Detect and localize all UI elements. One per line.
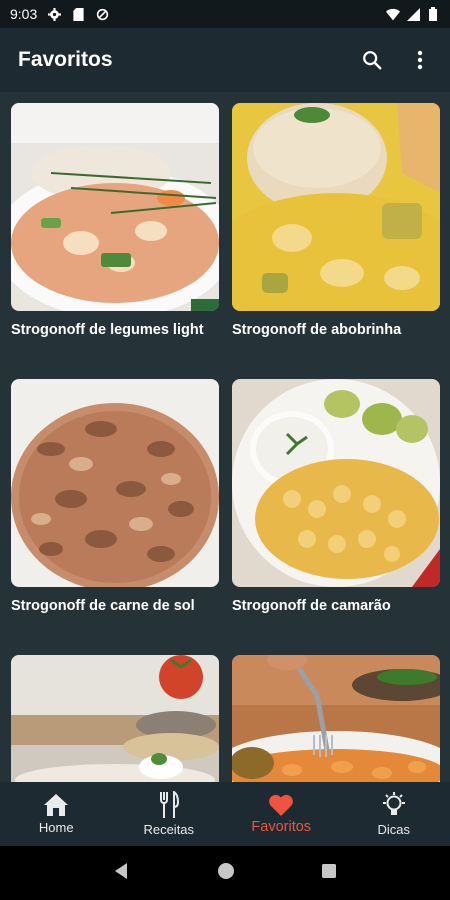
recipe-card[interactable] — [232, 655, 440, 782]
nav-recipes-label: Receitas — [143, 822, 195, 837]
recipe-card[interactable]: Strogonoff de camarão — [232, 379, 440, 614]
nav-tips[interactable]: Dicas — [338, 782, 450, 846]
fork-knife-icon — [159, 791, 179, 818]
more-vert-icon — [417, 50, 423, 70]
home-circle-icon[interactable] — [217, 862, 235, 885]
heart-icon — [269, 794, 294, 816]
data-saver-icon — [95, 7, 109, 21]
home-icon — [44, 794, 69, 816]
recipe-title: Strogonoff de camarão — [232, 598, 391, 614]
recipe-card[interactable]: Strogonoff de carne de sol — [11, 379, 219, 614]
favorites-grid: Strogonoff de legumes light Strogonoff d… — [0, 92, 450, 782]
recents-icon[interactable] — [321, 863, 337, 884]
status-bar: 9:03 — [0, 0, 450, 28]
recipe-image — [11, 103, 219, 311]
search-button[interactable] — [360, 48, 384, 72]
app-bar: Favoritos — [0, 28, 450, 92]
recipe-card[interactable]: Strogonoff de abobrinha — [232, 103, 440, 338]
status-time: 9:03 — [10, 6, 38, 22]
settings-icon — [47, 7, 61, 21]
nav-tips-label: Dicas — [377, 822, 410, 837]
recipe-title: Strogonoff de carne de sol — [11, 598, 195, 614]
page-title: Favoritos — [18, 48, 113, 71]
system-navigation-bar — [0, 846, 450, 900]
bottom-navigation: Home Receitas Favoritos Dicas — [0, 782, 450, 846]
search-icon — [363, 51, 382, 70]
sim-card-icon — [71, 7, 85, 21]
more-options-button[interactable] — [408, 48, 432, 72]
recipe-image — [232, 655, 440, 782]
lightbulb-icon — [382, 792, 405, 815]
recipe-image — [232, 103, 440, 311]
signal-icon — [406, 7, 420, 21]
wifi-icon — [386, 7, 400, 21]
nav-home-label: Home — [38, 820, 74, 835]
recipe-card[interactable]: Strogonoff de legumes light — [11, 103, 219, 338]
nav-recipes[interactable]: Receitas — [113, 782, 226, 846]
recipe-image — [11, 379, 219, 587]
nav-favorites[interactable]: Favoritos — [225, 782, 338, 846]
battery-icon — [426, 7, 440, 21]
recipe-title: Strogonoff de abobrinha — [232, 322, 402, 338]
recipe-card[interactable] — [11, 655, 219, 782]
recipe-image — [11, 655, 219, 782]
recipe-title: Strogonoff de legumes light — [11, 322, 204, 338]
nav-favorites-label: Favoritos — [251, 818, 312, 835]
recipe-image — [232, 379, 440, 587]
nav-home[interactable]: Home — [0, 782, 113, 846]
back-icon[interactable] — [113, 862, 131, 885]
